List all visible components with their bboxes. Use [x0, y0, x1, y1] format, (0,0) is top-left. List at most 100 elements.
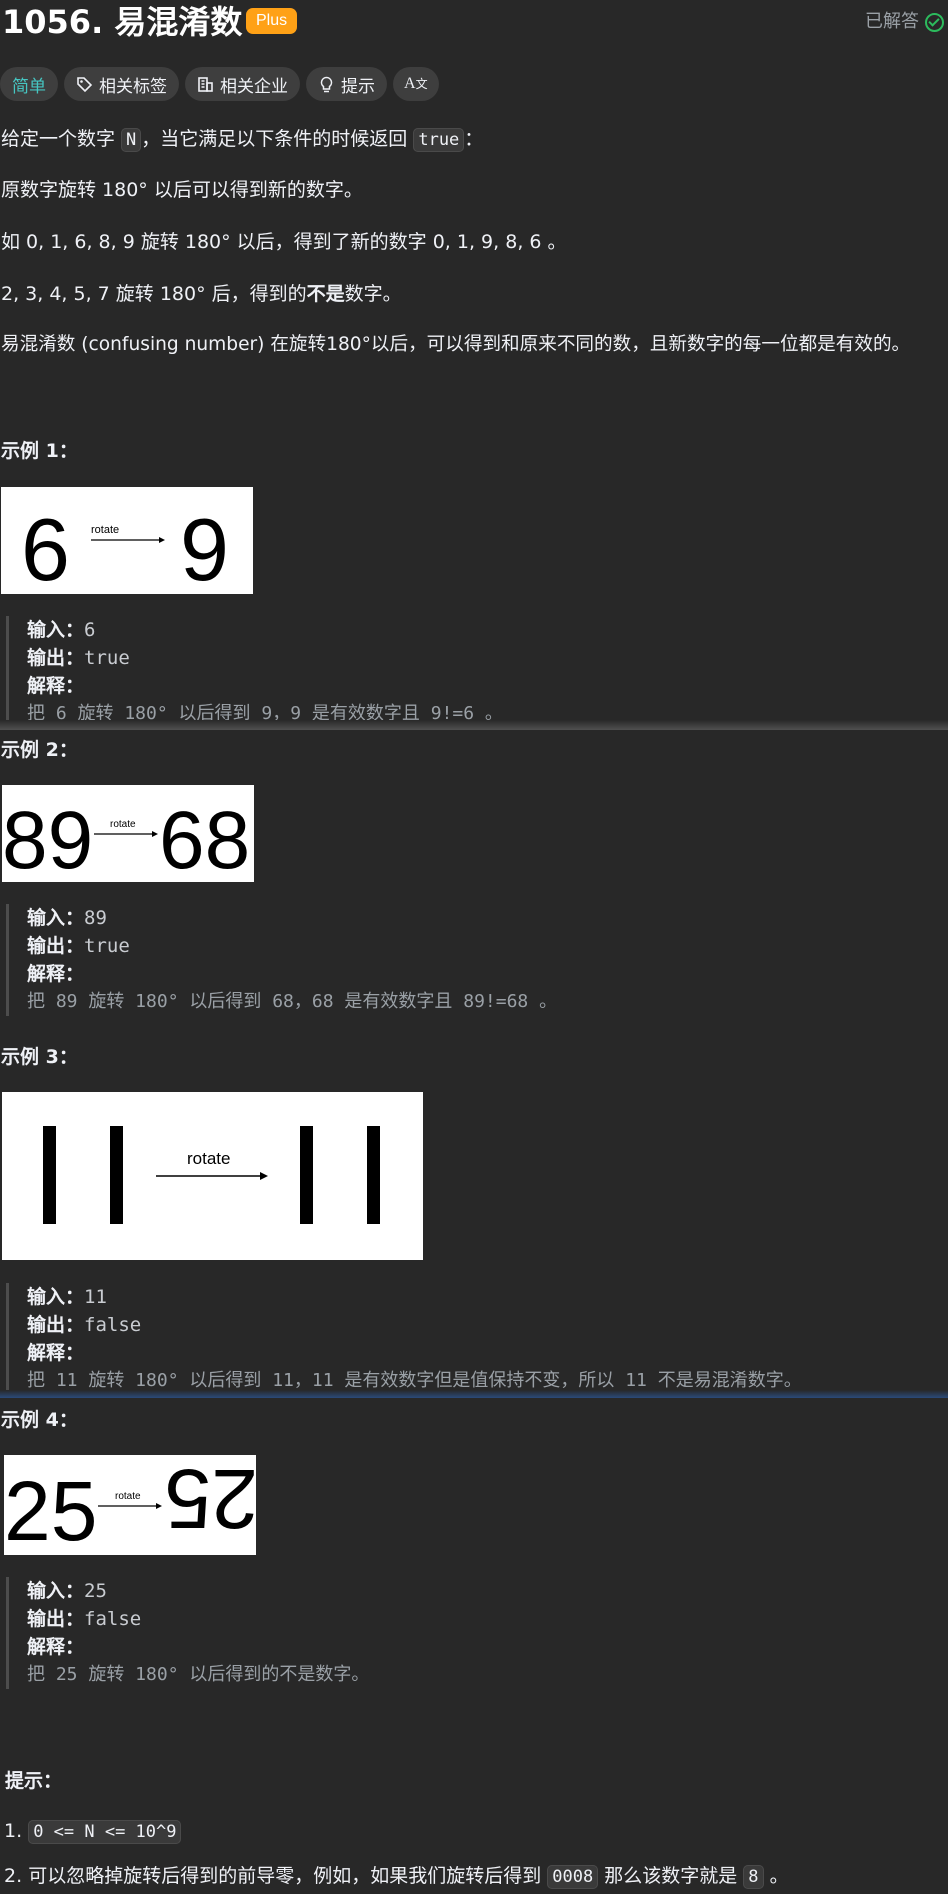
explanation-label: 解释： [27, 1636, 85, 1658]
image-digit: 9 [180, 500, 229, 594]
example-4-image: 25 rotate 25 [4, 1455, 256, 1555]
tag-row: 简单 相关标签 相关企业 提示 A文 [0, 67, 439, 101]
bold-text: 不是 [306, 283, 345, 305]
lightbulb-icon [318, 76, 335, 93]
input-label: 输入： [27, 619, 85, 641]
example-2-block: 输入：89 输出：true 解释： 把 89 旋转 180° 以后得到 68，6… [6, 904, 557, 1016]
output-value: false [84, 1314, 142, 1336]
text: 可以忽略掉旋转后得到的前导零，例如，如果我们旋转后得到 [28, 1865, 548, 1887]
example-2-heading: 示例 2： [1, 739, 78, 761]
building-icon [197, 76, 214, 93]
input-value: 25 [84, 1580, 107, 1602]
input-label: 输入： [27, 1286, 85, 1308]
explanation-label: 解释： [27, 675, 85, 697]
input-value: 6 [84, 619, 96, 641]
explanation-text: 把 89 旋转 180° 以后得到 68，68 是有效数字且 89!=68 。 [27, 991, 558, 1012]
image-value: 11 [4, 1101, 6, 1103]
image-value: 11 [412, 1101, 414, 1103]
output-value: true [84, 935, 130, 957]
description-line-4: 2, 3, 4, 5, 7 旋转 180° 后，得到的不是数字。 [1, 280, 402, 308]
explanation-text: 把 25 旋转 180° 以后得到的不是数字。 [27, 1664, 370, 1685]
explanation-line: 解释： [27, 672, 503, 700]
input-line: 输入：25 [27, 1577, 369, 1605]
input-line: 输入：11 [27, 1283, 802, 1311]
tag-icon [76, 76, 93, 93]
image-digit: 25 [4, 1464, 97, 1555]
solved-status: 已解答 [865, 8, 944, 36]
problem-title: 1056. 易混淆数 [2, 3, 243, 41]
translate-button[interactable]: A文 [393, 67, 439, 101]
input-label: 输入： [27, 907, 85, 929]
output-line: 输出：true [27, 644, 503, 672]
example-1-image: 6 rotate 9 [1, 487, 253, 594]
image-digit: 6 [21, 500, 70, 594]
explanation-line: 解释： [27, 1633, 369, 1661]
example-2-image: 89 rotate 68 [2, 785, 254, 882]
description-line-5: 易混淆数 (confusing number) 在旋转180°以后，可以得到和原… [1, 334, 911, 355]
explanation-label: 解释： [27, 963, 85, 985]
list-number: 1. [4, 1820, 23, 1842]
explanation-line: 解释： [27, 1339, 802, 1367]
input-value: 89 [84, 907, 107, 929]
inline-code: 8 [743, 1865, 764, 1889]
example-3-heading: 示例 3： [1, 1046, 78, 1068]
related-tags-label: 相关标签 [99, 76, 167, 97]
output-line: 输出：false [27, 1605, 369, 1633]
scroll-fade [0, 1390, 948, 1398]
list-number: 2. [4, 1865, 23, 1887]
input-label: 输入： [27, 1580, 85, 1602]
inline-code: true [413, 128, 465, 152]
input-line: 输入：6 [27, 616, 503, 644]
rotate-label: rotate [187, 1149, 230, 1168]
inline-code: N [121, 128, 142, 152]
description-line-3: 如 0, 1, 6, 8, 9 旋转 180° 以后，得到了新的数字 0, 1,… [1, 231, 567, 253]
text: 2, 3, 4, 5, 7 旋转 180° 后，得到的 [1, 283, 307, 305]
input-value: 11 [84, 1286, 107, 1308]
output-label: 输出： [27, 647, 85, 669]
output-value: true [84, 647, 130, 669]
input-line: 输入：89 [27, 904, 557, 932]
text: ，当它满足以下条件的时候返回 [141, 128, 414, 150]
text: 数字。 [344, 283, 402, 305]
hint-item-1: 1. 0 <= N <= 10^9 [4, 1816, 182, 1847]
inline-code: 0 <= N <= 10^9 [28, 1820, 182, 1844]
text: ： [464, 128, 484, 150]
example-3-image: 11 rotate 11 [2, 1092, 423, 1260]
difficulty-tag[interactable]: 简单 [0, 67, 58, 101]
example-1-heading: 示例 1： [1, 440, 78, 462]
difficulty-label: 简单 [12, 76, 46, 97]
hint-item-2: 2. 可以忽略掉旋转后得到的前导零，例如，如果我们旋转后得到 0008 那么该数… [4, 1861, 789, 1892]
inline-code: 0008 [547, 1865, 599, 1889]
image-digit: 89 [2, 795, 93, 882]
rotate-label: rotate [91, 524, 119, 536]
hint-button[interactable]: 提示 [306, 67, 387, 101]
image-digit: 68 [159, 795, 250, 882]
text: 给定一个数字 [1, 128, 122, 150]
output-line: 输出：false [27, 1311, 802, 1339]
related-companies-button[interactable]: 相关企业 [185, 67, 300, 101]
output-value: false [84, 1608, 142, 1630]
solved-label: 已解答 [865, 11, 919, 32]
example-1-block: 输入：6 输出：true 解释： 把 6 旋转 180° 以后得到 9，9 是有… [6, 616, 503, 728]
output-line: 输出：true [27, 932, 557, 960]
explanation-line: 解释： [27, 960, 557, 988]
translate-icon: A文 [404, 75, 428, 92]
example-4-block: 输入：25 输出：false 解释： 把 25 旋转 180° 以后得到的不是数… [6, 1577, 369, 1689]
scroll-fade [0, 720, 948, 730]
related-companies-label: 相关企业 [220, 76, 288, 97]
description-line-2: 原数字旋转 180° 以后可以得到新的数字。 [1, 179, 363, 201]
description-line-1: 给定一个数字 N ，当它满足以下条件的时候返回 true： [1, 125, 483, 154]
rotate-label: rotate [115, 1491, 141, 1502]
rotate-label: rotate [110, 819, 136, 830]
related-tags-button[interactable]: 相关标签 [64, 67, 179, 101]
plus-badge[interactable]: Plus [246, 8, 298, 34]
output-label: 输出： [27, 1314, 85, 1336]
output-label: 输出： [27, 1608, 85, 1630]
output-label: 输出： [27, 935, 85, 957]
explanation-label: 解释： [27, 1342, 85, 1364]
check-circle-icon [925, 12, 944, 32]
example-4-heading: 示例 4： [1, 1409, 78, 1431]
text: 那么该数字就是 [598, 1865, 744, 1887]
hints-heading: 提示： [5, 1770, 63, 1792]
text: 。 [763, 1865, 789, 1887]
